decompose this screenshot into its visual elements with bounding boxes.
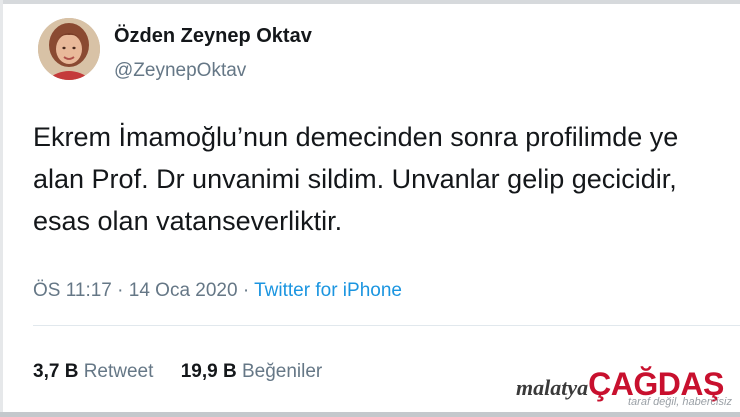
display-name[interactable]: Özden Zeynep Oktav: [114, 25, 312, 48]
tweet-date[interactable]: 14 Oca 2020: [129, 280, 238, 301]
user-handle[interactable]: @ZeynepOktav: [114, 60, 246, 82]
tweet-source-link[interactable]: Twitter for iPhone: [254, 280, 402, 301]
divider: [33, 325, 740, 326]
watermark-small: malatya: [516, 375, 589, 400]
profile-photo-icon: [38, 18, 100, 80]
tweet-text-line: esas olan vatanseverliktir.: [33, 206, 343, 236]
likes-count: 19,9 B: [180, 361, 237, 382]
likes-stat[interactable]: 19,9 B Beğeniler: [181, 361, 323, 382]
likes-label: Beğeniler: [241, 361, 323, 382]
tweet-stats: 3,7 B Retweet 19,9 B Beğeniler: [33, 361, 344, 383]
tweet-meta: ÖS 11:17 · 14 Oca 2020 · Twitter for iPh…: [33, 280, 402, 302]
retweets-stat[interactable]: 3,7 B Retweet: [33, 361, 153, 382]
avatar[interactable]: [38, 18, 100, 80]
frame-top-border: [0, 0, 740, 4]
watermark-tagline: taraf değil, habercisiz: [628, 396, 732, 408]
meta-separator: ·: [117, 280, 124, 301]
meta-separator: ·: [242, 280, 250, 301]
retweets-count: 3,7 B: [33, 361, 79, 382]
frame-left-border: [0, 0, 3, 417]
tweet-time[interactable]: ÖS 11:17: [33, 280, 112, 301]
tweet-text-line: Ekrem İmamoğlu’nun demecinden sonra prof…: [33, 122, 679, 152]
tweet-text: Ekrem İmamoğlu’nun demecinden sonra prof…: [33, 116, 740, 242]
tweet-text-line: alan Prof. Dr unvanimi sildim. Unvanlar …: [33, 164, 677, 194]
retweets-label: Retweet: [83, 361, 154, 382]
frame-bottom-border: [0, 412, 740, 417]
